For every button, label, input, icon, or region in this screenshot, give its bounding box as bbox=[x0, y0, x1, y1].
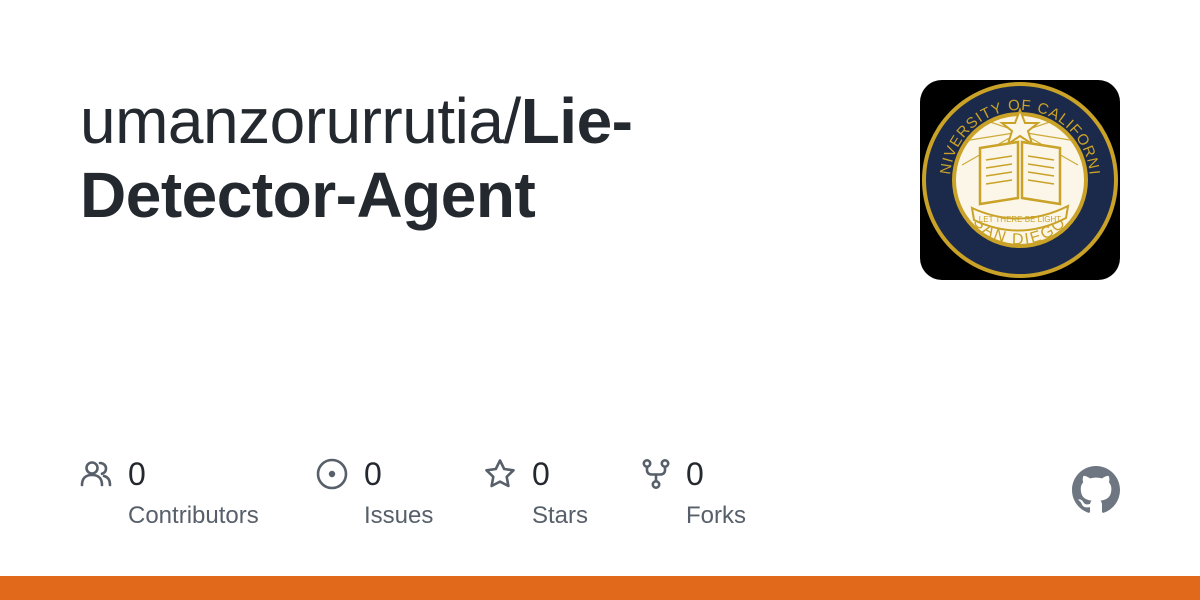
fork-icon bbox=[642, 458, 670, 489]
repo-owner[interactable]: umanzorurrutia/ bbox=[80, 85, 521, 157]
issues-count: 0 bbox=[364, 456, 382, 492]
accent-bar bbox=[0, 576, 1200, 600]
university-seal-icon: UNIVERSITY OF CALIFORNIA SAN DIEGO LET bbox=[920, 80, 1118, 278]
stars-count: 0 bbox=[532, 456, 550, 492]
contributors-label: Contributors bbox=[128, 502, 259, 529]
star-icon bbox=[485, 459, 515, 488]
github-mark-icon[interactable] bbox=[1072, 466, 1120, 514]
issues-label: Issues bbox=[364, 502, 434, 529]
people-icon bbox=[80, 461, 112, 487]
seal-motto: LET THERE BE LIGHT bbox=[979, 215, 1062, 224]
forks-count: 0 bbox=[686, 456, 704, 492]
stars-label: Stars bbox=[532, 502, 589, 529]
repo-name-line2[interactable]: Detector-Agent bbox=[80, 159, 536, 231]
contributors-count: 0 bbox=[128, 456, 146, 492]
issue-opened-icon bbox=[316, 458, 348, 490]
avatar[interactable]: UNIVERSITY OF CALIFORNIA SAN DIEGO LET bbox=[920, 80, 1120, 280]
repo-name-line1[interactable]: Lie- bbox=[521, 85, 633, 157]
forks-label: Forks bbox=[686, 502, 746, 529]
repo-title: umanzorurrutia/Lie- Detector-Agent bbox=[80, 84, 880, 232]
